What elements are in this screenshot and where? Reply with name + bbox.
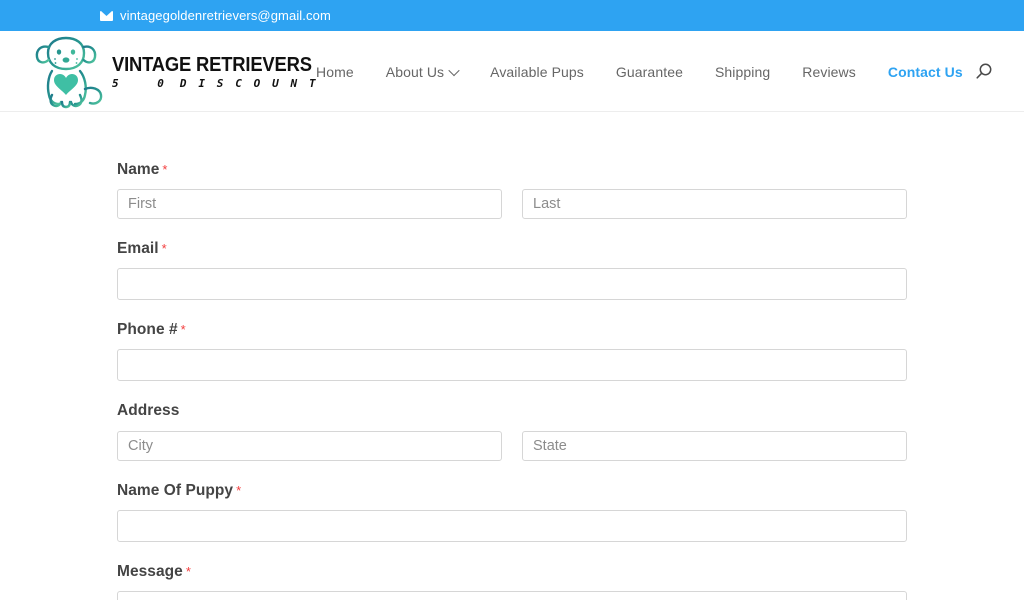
field-label-phone: Phone # * xyxy=(117,320,907,340)
nav-item-shipping[interactable]: Shipping xyxy=(699,65,786,79)
nav-label: Shipping xyxy=(714,63,771,80)
envelope-icon xyxy=(100,10,113,21)
puppy-name-input[interactable] xyxy=(117,509,907,542)
site-logo[interactable]: VINTAGE RETRIEVERS 5 0D I S C O U N T xyxy=(28,33,329,111)
message-textarea[interactable] xyxy=(117,590,907,600)
chevron-down-icon xyxy=(448,64,460,76)
field-label-message: Message * xyxy=(117,562,907,582)
site-header: VINTAGE RETRIEVERS 5 0D I S C O U N T Ho… xyxy=(0,31,1024,112)
search-icon[interactable] xyxy=(972,31,996,112)
nav-label: Home xyxy=(316,63,354,80)
required-marker: * xyxy=(162,162,168,177)
label-text: Name xyxy=(117,161,160,178)
field-label-puppy-name: Name Of Puppy * xyxy=(117,481,907,501)
field-name: Name * xyxy=(117,160,907,220)
required-marker: * xyxy=(161,241,167,257)
last-name-input[interactable] xyxy=(522,189,907,220)
label-text: Name Of Puppy xyxy=(117,481,234,499)
top-utility-bar: vintagegoldenretrievers@gmail.com xyxy=(0,0,1024,31)
nav-item-guarantee[interactable]: Guarantee xyxy=(600,65,699,79)
email-input[interactable] xyxy=(117,268,907,301)
logo-wordmark: VINTAGE RETRIEVERS 5 0D I S C O U N T xyxy=(112,53,329,91)
nav-item-contact-us[interactable]: Contact Us xyxy=(872,65,979,79)
field-label-address: Address xyxy=(117,401,907,421)
nav-item-about-us[interactable]: About Us xyxy=(370,63,474,80)
email-link[interactable]: vintagegoldenretrievers@gmail.com xyxy=(100,9,331,22)
label-text: Email xyxy=(117,240,159,258)
logo-subtitle-right: D I S C O U N T xyxy=(179,77,319,91)
label-text: Phone # xyxy=(117,321,178,339)
nav-label: About Us xyxy=(385,63,445,80)
nav-label: Guarantee xyxy=(615,63,683,80)
contact-form: Name* Email* Phone #* Address xyxy=(117,160,907,600)
field-label-email: Email * xyxy=(117,239,907,259)
logo-subtitle: 5 0D I S C O U N T xyxy=(112,77,329,90)
city-input[interactable] xyxy=(117,430,502,461)
nav-item-reviews[interactable]: Reviews xyxy=(786,65,872,79)
field-phone: Phone # * xyxy=(117,320,907,382)
required-marker: * xyxy=(185,563,191,579)
dog-puppy-logo-icon xyxy=(35,36,103,109)
field-label-name: Name * xyxy=(117,160,907,180)
email-address-text: vintagegoldenretrievers@gmail.com xyxy=(120,8,331,23)
field-address: Address xyxy=(117,401,907,461)
nav-label: Contact Us xyxy=(887,63,963,80)
first-name-input[interactable] xyxy=(117,189,502,220)
state-input[interactable] xyxy=(522,430,907,461)
field-email: Email * xyxy=(117,239,907,301)
logo-subtitle-left: 5 0 xyxy=(112,77,180,91)
phone-input[interactable] xyxy=(117,349,907,382)
required-marker: * xyxy=(236,482,242,498)
main-navigation: Home About Us Available Pups Guarantee S… xyxy=(300,31,979,112)
field-message: Message * xyxy=(117,562,907,600)
nav-label: Available Pups xyxy=(490,63,584,80)
label-text: Message xyxy=(117,562,183,580)
page-content: Name* Email* Phone #* Address xyxy=(0,112,1024,600)
field-puppy-name: Name Of Puppy * xyxy=(117,481,907,542)
label-text: Address xyxy=(117,402,180,420)
logo-title: VINTAGE RETRIEVERS xyxy=(112,54,312,77)
nav-label: Reviews xyxy=(802,63,856,80)
required-marker: * xyxy=(180,322,186,338)
nav-item-available-pups[interactable]: Available Pups xyxy=(474,65,600,79)
nav-item-home[interactable]: Home xyxy=(300,65,370,79)
